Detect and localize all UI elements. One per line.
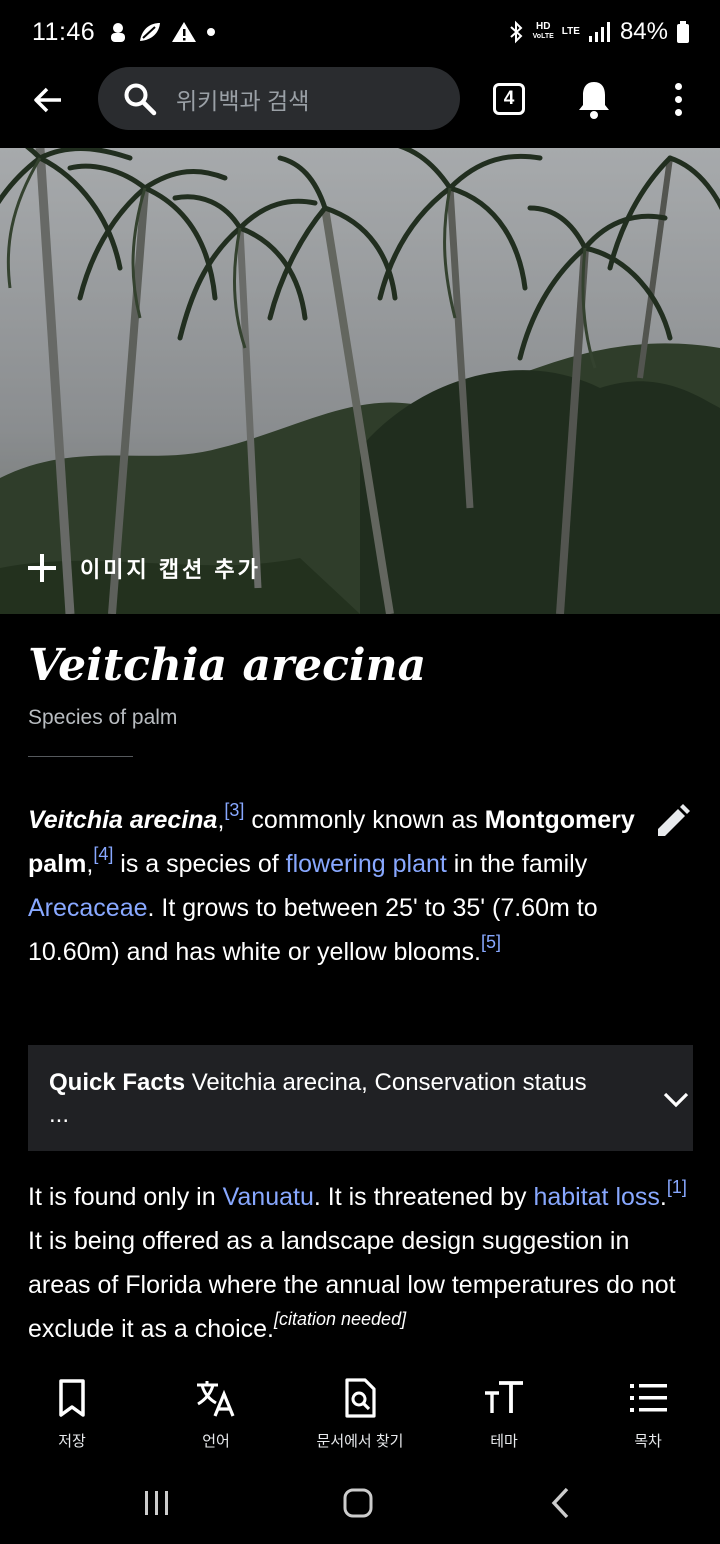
reference-1[interactable]: [1] [667,1177,687,1197]
warning-icon [172,22,197,42]
system-back-icon[interactable] [548,1486,572,1520]
text: is a species of [113,850,286,878]
quick-facts-label: Quick Facts [49,1069,186,1096]
leaf-icon [140,23,161,41]
palm-trees-image [0,148,720,614]
more-vert-icon [674,82,682,90]
add-image-caption-button[interactable]: 이미지 캡션 추가 [28,552,261,584]
search-input[interactable]: 위키백과 검색 [98,67,460,130]
link-vanuatu[interactable]: Vanuatu [223,1183,314,1211]
species-name: Veitchia arecina [28,806,218,834]
article-description: Species of palm [28,706,178,729]
tab-count: 4 [503,88,515,109]
find-in-page-icon [345,1378,376,1418]
chevron-down-icon [663,1092,689,1108]
title-divider [28,756,133,757]
language-label: 언어 [202,1433,230,1450]
search-placeholder: 위키백과 검색 [176,87,310,114]
contents-button[interactable]: 목차 [576,1368,720,1460]
text-size-icon [485,1381,523,1413]
signal-icon [588,22,610,42]
text: in the family [446,850,588,878]
text: It is found only in [28,1183,223,1211]
reference-4[interactable]: [4] [93,844,113,864]
link-arecaceae[interactable]: Arecaceae [28,894,148,922]
link-habitat-loss[interactable]: habitat loss [533,1183,659,1211]
back-arrow-icon [34,87,61,113]
search-icon [124,83,157,115]
bookmark-icon [59,1379,85,1417]
save-button[interactable]: 저장 [0,1368,144,1460]
body-paragraph: It is found only in Vanuatu. It is threa… [28,1175,696,1351]
link-flowering-plant[interactable]: flowering plant [286,850,447,878]
translate-icon [197,1381,235,1417]
status-left-icons [107,20,217,44]
notifications-button[interactable] [574,78,614,120]
battery-percent: 84% [619,18,668,45]
status-time: 11:46 [32,17,96,46]
toolbar: 위키백과 검색 4 [0,66,720,132]
system-navigation-bar [0,1470,720,1544]
lead-image[interactable]: 이미지 캡션 추가 [0,148,720,614]
citation-needed[interactable]: [citation needed] [274,1309,406,1329]
status-right: HD VoLTE LTE 84% [507,18,690,46]
more-vert-dot [674,108,682,116]
bluetooth-icon [509,20,523,44]
language-button[interactable]: 언어 [144,1368,288,1460]
text: commonly known as [244,806,485,834]
find-in-page-button[interactable]: 문서에서 찾기 [288,1368,432,1460]
bell-icon [579,82,609,119]
text: . It is threatened by [313,1183,534,1211]
dot-icon [207,28,216,36]
battery-icon [677,21,689,43]
theme-button[interactable]: 테마 [432,1368,576,1460]
add-image-caption-label: 이미지 캡션 추가 [80,557,261,582]
more-vert-dot [674,95,682,103]
quick-facts-box[interactable]: Quick Facts Veitchia arecina, Conservati… [28,1045,693,1151]
recent-apps-icon[interactable] [142,1488,172,1518]
article-title: Veitchia arecina [28,640,427,691]
reference-3[interactable]: [3] [224,800,244,820]
notification-icon [111,23,126,42]
edit-pencil-icon[interactable] [654,804,690,840]
hd-label: HD [536,21,551,32]
hd-voice-indicator: HD VoLTE [533,22,554,42]
back-button[interactable] [28,80,68,120]
voice-label: VoLTE [532,33,554,40]
save-label: 저장 [58,1433,86,1450]
text: . [659,1183,667,1211]
theme-label: 테마 [490,1433,518,1450]
home-icon[interactable] [342,1487,374,1519]
find-label: 문서에서 찾기 [316,1433,404,1450]
reference-5[interactable]: [5] [481,932,501,952]
tabs-button[interactable]: 4 [493,83,525,115]
status-bar: 11:46 HD VoLTE LTE 84% [0,0,720,64]
list-icon [630,1384,667,1412]
lte-label: LTE [561,26,580,37]
bottom-toolbar: 저장 언어 문서에서 찾기 테마 목차 [0,1368,720,1460]
contents-label: 목차 [634,1433,662,1450]
more-options-button[interactable] [660,78,696,120]
plus-icon [28,554,56,582]
lead-paragraph: Veitchia arecina,[3] commonly known as M… [28,800,635,966]
